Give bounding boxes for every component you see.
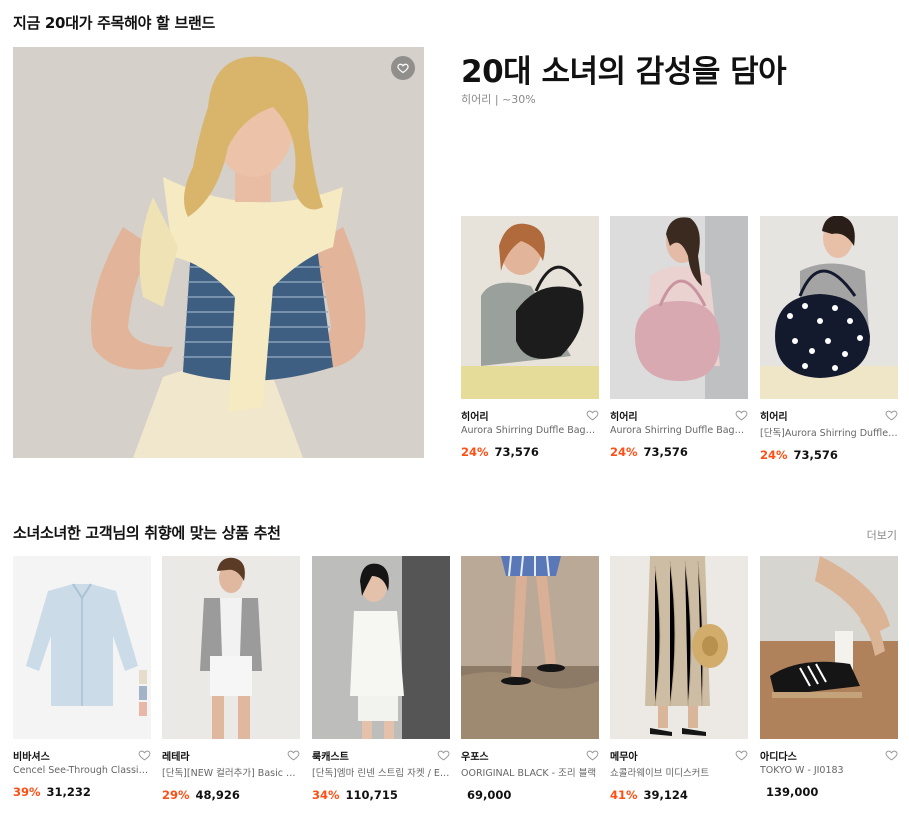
product-discount: 24% (610, 445, 638, 459)
more-link[interactable]: 더보기 (867, 527, 897, 543)
product-image[interactable] (461, 216, 599, 399)
heart-icon[interactable] (586, 749, 599, 762)
product-name[interactable]: [단독]Aurora Shirring Duffle Bag_Dot (760, 425, 898, 439)
heart-icon[interactable] (735, 409, 748, 422)
product-name[interactable]: [단독][NEW 컬러추가] Basic Round Cardigan (162, 765, 300, 779)
product-price: 73,576 (643, 445, 688, 459)
product-image[interactable] (760, 556, 898, 739)
product-brand: 룩캐스트 (312, 751, 349, 763)
product-card[interactable]: 히어리 [단독]Aurora Shirring Duffle Bag_Dot 2… (760, 216, 898, 462)
hero-brand-image[interactable] (13, 47, 424, 458)
product-name[interactable]: TOKYO W - JI0183 (760, 765, 898, 776)
product-discount: 34% (312, 788, 340, 802)
product-brand: 히어리 (610, 411, 638, 423)
product-card[interactable]: 우포스 OORIGINAL BLACK - 조리 블랙 69,000 (461, 556, 599, 802)
product-price: 139,000 (766, 785, 819, 799)
section-title-recommend: 소녀소녀한 고객님의 취향에 맞는 상품 추천 (13, 524, 281, 542)
product-brand: 우포스 (461, 751, 489, 763)
product-brand: 레테라 (162, 751, 190, 763)
heart-icon[interactable] (586, 409, 599, 422)
product-discount: 29% (162, 788, 190, 802)
product-card[interactable]: 히어리 Aurora Shirring Duffle Bag_Black 24%… (461, 216, 599, 459)
product-brand: 아디다스 (760, 751, 797, 763)
product-image[interactable] (162, 556, 300, 739)
product-price: 69,000 (467, 788, 512, 802)
heart-icon[interactable] (735, 749, 748, 762)
product-image[interactable] (610, 216, 748, 399)
product-discount: 39% (13, 785, 41, 799)
product-card[interactable]: 레테라 [단독][NEW 컬러추가] Basic Round Cardigan … (162, 556, 300, 802)
product-discount: 24% (760, 448, 788, 462)
product-image[interactable] (461, 556, 599, 739)
product-card[interactable]: 아디다스 TOKYO W - JI0183 139,000 (760, 556, 898, 799)
product-card[interactable]: 히어리 Aurora Shirring Duffle Bag_Lilac 24%… (610, 216, 748, 459)
product-discount: 24% (461, 445, 489, 459)
product-price: 73,576 (494, 445, 539, 459)
heart-icon[interactable] (437, 749, 450, 762)
product-brand: 히어리 (760, 411, 788, 423)
product-brand: 비바셔스 (13, 751, 50, 763)
product-price: 110,715 (345, 788, 398, 802)
product-card[interactable]: 메무아 쇼콜라웨이브 미디스커트 41% 39,124 (610, 556, 748, 802)
product-image[interactable] (610, 556, 748, 739)
product-price: 31,232 (46, 785, 91, 799)
product-name[interactable]: OORIGINAL BLACK - 조리 블랙 (461, 765, 599, 779)
product-discount: 41% (610, 788, 638, 802)
promo-subline: 히어리 | ~30% (461, 93, 536, 106)
product-name[interactable]: Cencel See-Through Classic Shirt (13, 765, 151, 776)
product-card[interactable]: 룩캐스트 [단독]엠마 린넨 스트립 자켓 / EMMA 34% 110,715 (312, 556, 450, 802)
product-brand: 메무아 (610, 751, 638, 763)
product-image[interactable] (760, 216, 898, 399)
product-price: 39,124 (643, 788, 688, 802)
heart-icon[interactable] (138, 749, 151, 762)
product-price: 48,926 (195, 788, 240, 802)
product-card[interactable]: 비바셔스 Cencel See-Through Classic Shirt 39… (13, 556, 151, 799)
section-title-brands: 지금 20대가 주목해야 할 브랜드 (13, 14, 215, 32)
heart-icon[interactable] (391, 56, 415, 80)
product-image[interactable] (312, 556, 450, 739)
product-name[interactable]: [단독]엠마 린넨 스트립 자켓 / EMMA (312, 765, 450, 779)
product-brand: 히어리 (461, 411, 489, 423)
heart-icon[interactable] (885, 749, 898, 762)
product-name[interactable]: Aurora Shirring Duffle Bag_Lilac (610, 425, 748, 436)
product-price: 73,576 (793, 448, 838, 462)
heart-icon[interactable] (885, 409, 898, 422)
heart-icon[interactable] (287, 749, 300, 762)
product-image[interactable] (13, 556, 151, 739)
product-name[interactable]: Aurora Shirring Duffle Bag_Black (461, 425, 599, 436)
promo-headline[interactable]: 20대 소녀의 감성을 담아 (461, 46, 787, 91)
product-name[interactable]: 쇼콜라웨이브 미디스커트 (610, 765, 748, 779)
